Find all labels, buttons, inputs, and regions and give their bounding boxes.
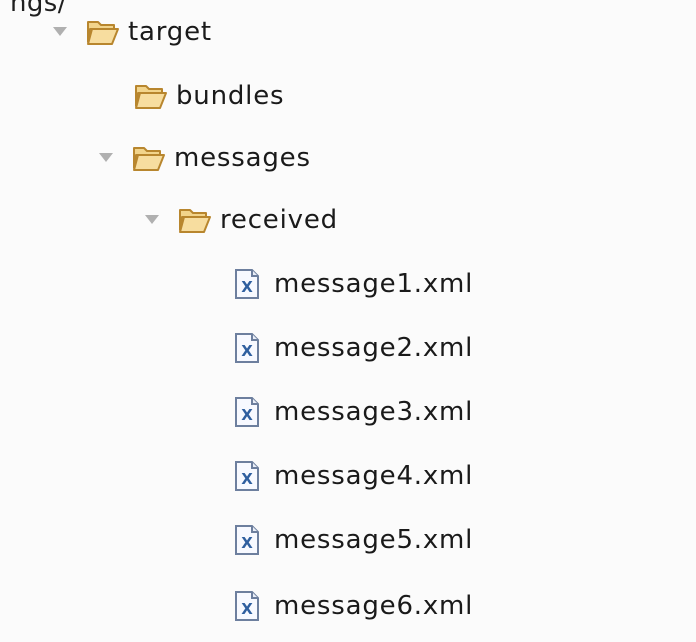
folder-open-icon [86,18,120,46]
svg-text:X: X [241,342,253,360]
tree-item-file[interactable]: X message3.xml [234,390,473,434]
svg-text:X: X [241,470,253,488]
tree-item-file[interactable]: X message4.xml [234,454,473,498]
tree-item-received[interactable]: received [144,198,338,242]
tree-item-label: message1.xml [274,269,474,299]
svg-text:X: X [241,534,253,552]
tree-item-label: bundles [176,81,285,111]
tree-item-messages[interactable]: messages [98,136,311,180]
tree-item-file[interactable]: X message5.xml [234,518,473,562]
chevron-down-icon[interactable] [98,152,114,164]
tree-item-label: received [220,205,338,235]
xml-file-icon: X [234,461,260,491]
tree-item-file[interactable]: X message2.xml [234,326,473,370]
tree-item-label: target [128,17,212,47]
svg-text:X: X [241,600,253,618]
tree-item-file[interactable]: X message6.xml [234,584,473,628]
tree-item-label: message6.xml [274,591,474,621]
xml-file-icon: X [234,333,260,363]
tree-item-label: message5.xml [274,525,474,555]
folder-open-icon [134,82,168,110]
folder-open-icon [132,144,166,172]
chevron-down-icon[interactable] [144,214,160,226]
xml-file-icon: X [234,525,260,555]
svg-text:X: X [241,406,253,424]
tree-item-label: messages [174,143,311,173]
tree-item-label: message2.xml [274,333,474,363]
xml-file-icon: X [234,397,260,427]
tree-item-file[interactable]: X message1.xml [234,262,473,306]
folder-open-icon [178,206,212,234]
tree-item-label: message4.xml [274,461,474,491]
xml-file-icon: X [234,591,260,621]
svg-text:X: X [241,278,253,296]
chevron-down-icon[interactable] [52,26,68,38]
tree-item-label: message3.xml [274,397,474,427]
tree-item-bundles[interactable]: bundles [134,74,284,118]
xml-file-icon: X [234,269,260,299]
project-explorer-tree: ngs/ target bundles messages received X … [0,0,696,642]
tree-item-target[interactable]: target [52,10,212,54]
